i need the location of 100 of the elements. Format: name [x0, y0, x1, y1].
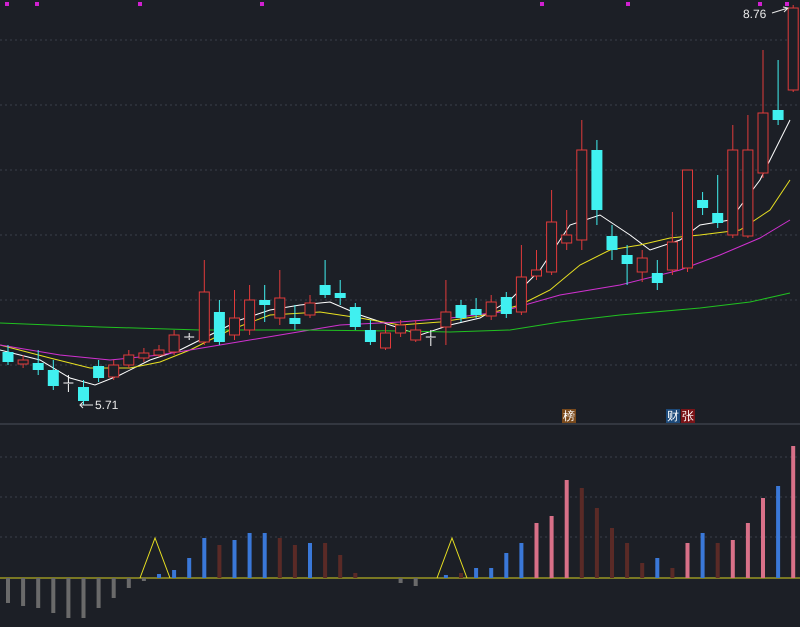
candle	[772, 60, 784, 126]
indicator-bar	[594, 508, 599, 578]
indicator-bar	[172, 570, 176, 578]
indicator-bar	[686, 543, 690, 578]
candle	[456, 300, 466, 322]
indicator-bar	[746, 523, 750, 578]
indicator-bar	[126, 578, 131, 588]
indicator-bar	[51, 578, 56, 613]
indicator-bar	[534, 523, 538, 578]
indicator-bar	[519, 543, 524, 578]
indicator-peak-line	[436, 536, 468, 578]
candle	[622, 244, 633, 286]
candle	[486, 294, 497, 320]
indicator-peak-line	[140, 536, 170, 578]
candle	[274, 270, 286, 326]
indicator-bar	[655, 558, 660, 578]
indicator-bar	[504, 553, 508, 578]
candle	[184, 332, 195, 340]
candle	[93, 360, 104, 382]
signal-marker-icon	[540, 2, 544, 6]
indicator-bar	[21, 578, 26, 606]
indicator-bar	[66, 578, 70, 618]
low-price-label: 5.71	[95, 398, 118, 412]
indicator-bar	[398, 578, 403, 583]
candle	[470, 298, 482, 318]
indicator-bar	[36, 578, 40, 608]
indicator-bar	[610, 528, 614, 578]
indicator-bar	[700, 533, 705, 578]
candle	[440, 280, 452, 346]
event-badge[interactable]: 财	[666, 409, 680, 423]
candle	[2, 344, 14, 366]
event-badge[interactable]: 榜	[562, 409, 576, 423]
indicator-bar	[187, 558, 192, 578]
indicator-bar	[232, 540, 236, 578]
candle	[666, 212, 678, 276]
candle	[229, 290, 240, 340]
signal-marker-icon	[260, 2, 264, 6]
candle	[636, 250, 648, 282]
signal-marker-icon	[138, 2, 142, 6]
candle	[380, 324, 391, 350]
candle	[123, 350, 134, 368]
candle	[168, 330, 180, 356]
candle	[425, 330, 436, 346]
indicator-bar	[323, 543, 328, 578]
indicator-bar	[82, 578, 86, 618]
signal-marker-icon	[758, 2, 762, 6]
candle	[320, 260, 331, 298]
indicator-bar	[292, 545, 297, 578]
indicator-bar	[474, 568, 478, 578]
indicator-bar	[670, 568, 674, 578]
candle	[138, 348, 150, 362]
candle	[712, 174, 724, 228]
candle	[697, 192, 708, 216]
indicator-bar	[489, 568, 494, 578]
arrow-icon	[772, 6, 790, 14]
indicator-bar	[96, 578, 101, 608]
high-price-label: 8.76	[743, 7, 766, 21]
signal-marker-icon	[785, 2, 789, 6]
candle	[62, 374, 74, 392]
candle	[304, 294, 316, 318]
indicator-bar	[142, 578, 146, 581]
indicator-bar	[278, 538, 282, 578]
indicator-bar	[6, 578, 10, 603]
indicator-bar	[550, 516, 554, 578]
indicator-bar	[248, 533, 252, 578]
candle	[32, 350, 44, 376]
event-badge[interactable]: 张	[681, 409, 695, 423]
candle	[350, 302, 361, 330]
candle	[78, 380, 89, 406]
candle	[244, 284, 256, 336]
indicator-bar	[353, 573, 358, 578]
indicator-bar	[308, 543, 312, 578]
indicator-bar	[625, 543, 630, 578]
indicator-bar	[202, 538, 206, 578]
indicator-bar	[217, 545, 222, 578]
signal-marker-icon	[35, 2, 39, 6]
candle	[154, 344, 164, 358]
candle	[516, 244, 527, 316]
candle	[289, 304, 300, 330]
indicator-bar	[157, 574, 161, 578]
indicator-bar	[640, 563, 644, 578]
arrow-icon	[79, 402, 94, 408]
candle	[48, 360, 59, 390]
candle	[561, 210, 572, 250]
candle	[500, 292, 512, 318]
signal-marker-icon	[5, 2, 9, 6]
candle	[395, 320, 406, 338]
candle	[334, 280, 346, 306]
candle	[18, 354, 29, 368]
indicator-bar	[459, 573, 463, 578]
indicator-bar	[444, 575, 448, 578]
indicator-bar	[338, 555, 342, 578]
indicator-bar	[112, 578, 116, 598]
indicator-bar	[262, 533, 267, 578]
candle	[652, 260, 663, 290]
candle	[259, 284, 270, 322]
indicator-bar	[730, 540, 735, 578]
candle	[108, 360, 120, 380]
candle	[531, 250, 542, 280]
candle	[410, 320, 422, 342]
